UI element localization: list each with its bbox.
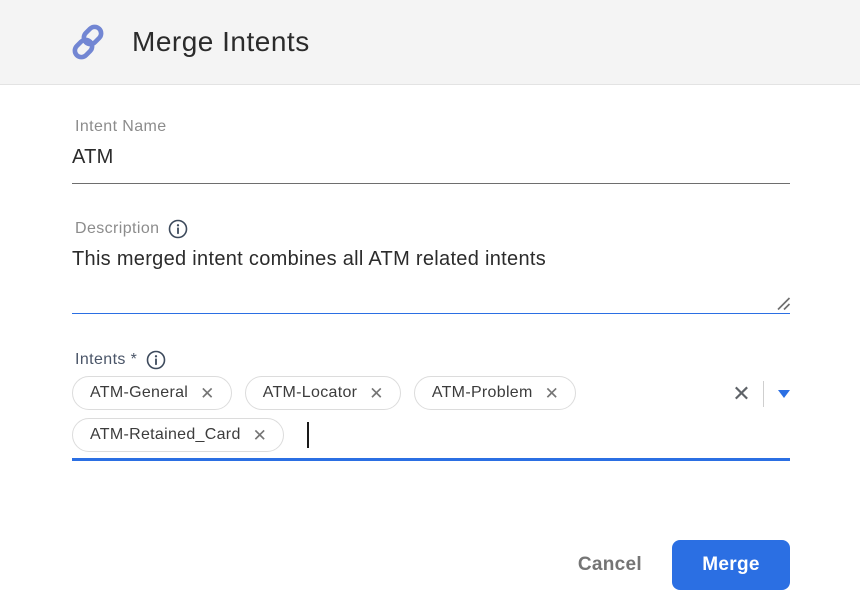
description-text: This merged intent combines all ATM rela… xyxy=(72,248,790,271)
intent-chip: ATM-Locator ✕ xyxy=(245,376,401,410)
description-field: Description This merged intent combines … xyxy=(72,219,790,314)
intent-chip-label: ATM-Problem xyxy=(432,384,533,402)
description-label: Description xyxy=(75,220,159,238)
chevron-down-icon xyxy=(778,390,790,398)
textarea-resize-handle[interactable] xyxy=(774,294,791,311)
dialog-header: Merge Intents xyxy=(0,0,860,85)
description-label-row: Description xyxy=(75,219,790,239)
clear-all-icon[interactable]: ✕ xyxy=(732,383,763,405)
chip-remove-icon[interactable]: ✕ xyxy=(369,385,384,402)
intent-name-label: Intent Name xyxy=(75,118,790,136)
intent-chip-label: ATM-Retained_Card xyxy=(90,426,241,444)
intent-chips: ATM-General ✕ ATM-Locator ✕ ATM-Problem … xyxy=(72,376,670,452)
intent-chip: ATM-Problem ✕ xyxy=(414,376,576,410)
intents-info-icon[interactable] xyxy=(146,350,166,370)
dropdown-toggle[interactable] xyxy=(764,390,790,398)
intent-chip-label: ATM-General xyxy=(90,384,188,402)
merge-button[interactable]: Merge xyxy=(672,540,790,590)
merge-intents-dialog: Merge Intents Intent Name ATM Descriptio… xyxy=(0,0,860,616)
chip-remove-icon[interactable]: ✕ xyxy=(253,427,268,444)
intent-chip: ATM-Retained_Card ✕ xyxy=(72,418,284,452)
chip-remove-icon[interactable]: ✕ xyxy=(200,385,215,402)
dialog-title: Merge Intents xyxy=(132,26,310,58)
intents-label-row: Intents * xyxy=(75,350,790,370)
intents-multiselect-input[interactable]: ATM-General ✕ ATM-Locator ✕ ATM-Problem … xyxy=(72,376,790,461)
intent-chip: ATM-General ✕ xyxy=(72,376,232,410)
intent-name-field: Intent Name ATM xyxy=(72,118,790,184)
dialog-footer: Cancel Merge xyxy=(578,540,790,590)
intents-field: Intents * ATM-General ✕ ATM-Locator ✕ AT… xyxy=(72,350,790,461)
multiselect-controls: ✕ xyxy=(732,380,790,408)
description-textarea[interactable]: This merged intent combines all ATM rela… xyxy=(72,248,790,314)
link-chain-icon xyxy=(68,22,108,62)
dialog-body: Intent Name ATM Description This merged … xyxy=(0,118,860,461)
chip-remove-icon[interactable]: ✕ xyxy=(545,385,560,402)
intent-name-input[interactable]: ATM xyxy=(72,146,790,184)
intent-chip-label: ATM-Locator xyxy=(263,384,358,402)
cancel-button[interactable]: Cancel xyxy=(578,554,642,576)
intents-label: Intents * xyxy=(75,351,137,369)
text-cursor xyxy=(307,422,309,448)
description-info-icon[interactable] xyxy=(168,219,188,239)
